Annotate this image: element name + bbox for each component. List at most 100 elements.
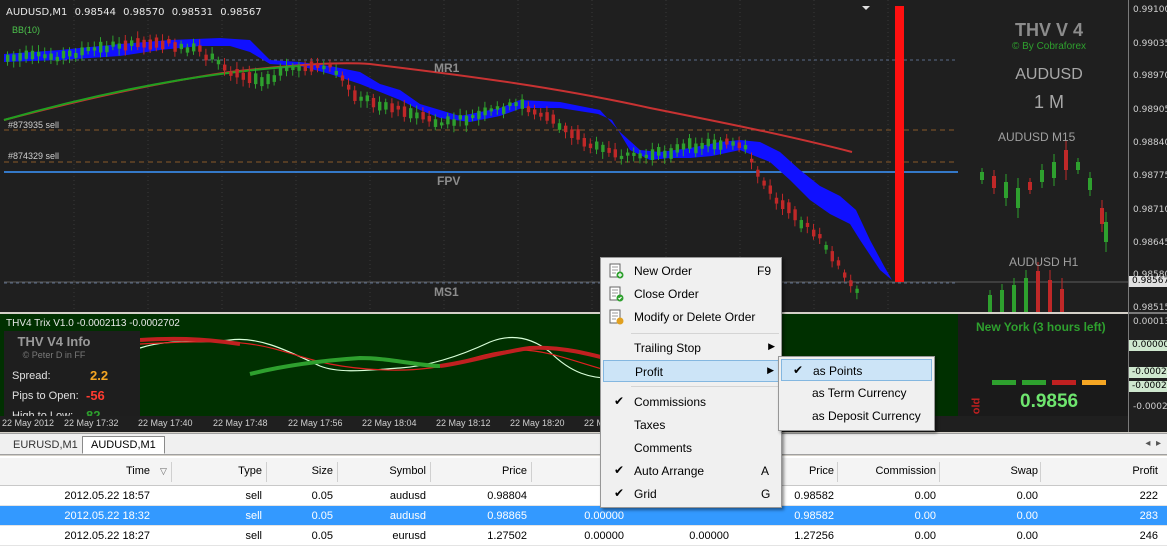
chart-canvas[interactable]	[0, 0, 1128, 312]
table-row-selected[interactable]: 2012.05.22 18:32 sell 0.05 audusd 0.9886…	[0, 506, 1167, 526]
ind-value-box: 0.00000	[1129, 340, 1167, 351]
candle-body	[6, 54, 10, 62]
scroll-right-icon[interactable]: ▸	[1156, 438, 1161, 449]
menu-auto-arrange[interactable]: ✔ Auto Arrange A	[603, 460, 779, 482]
column-divider[interactable]	[837, 462, 838, 482]
cell-symbol: audusd	[389, 490, 426, 502]
cell-swap: 0.00	[1016, 510, 1038, 522]
tab-eurusd-m1[interactable]: EURUSD,M1	[4, 436, 87, 454]
strength-bar	[992, 380, 1016, 385]
menu-profit[interactable]: Profit ▶	[603, 360, 779, 382]
candle-body	[61, 50, 66, 59]
candle-body	[539, 112, 543, 117]
strength-bar	[1082, 380, 1106, 385]
chart-symbol: AUDUSD,M1	[6, 7, 68, 18]
candle-body	[793, 209, 797, 221]
shift-marker[interactable]	[862, 6, 870, 10]
table-row[interactable]: 2012.05.22 18:27 sell 0.05 eurusd 1.2750…	[0, 526, 1167, 546]
info-pips-value: -56	[86, 388, 105, 403]
candle-body	[12, 54, 16, 62]
candle-body	[371, 97, 376, 108]
menu-taxes[interactable]: Taxes	[603, 414, 779, 436]
candle-body	[805, 222, 810, 227]
sort-icon[interactable]: ▽	[160, 466, 167, 477]
time-tick: 22 May 17:32	[64, 418, 119, 428]
col-price[interactable]: Price	[502, 465, 527, 477]
candle-body	[340, 75, 345, 81]
candle-body	[328, 63, 332, 68]
menu-trailing-stop[interactable]: Trailing Stop ▶	[603, 337, 779, 359]
menu-close-order[interactable]: Close Order	[603, 283, 779, 305]
cell-time: 2012.05.22 18:32	[64, 510, 150, 522]
scroll-left-icon[interactable]: ◂	[1145, 438, 1150, 449]
price-tick: 0.98970	[1133, 71, 1167, 81]
candle-body	[812, 229, 816, 237]
info-subtitle: © Peter D in FF	[22, 350, 86, 360]
col-swap[interactable]: Swap	[1010, 465, 1038, 477]
candle-body	[278, 67, 283, 76]
candle-body	[322, 65, 326, 70]
menu-auto-arrange-label: Auto Arrange	[634, 464, 705, 478]
info-spread-value: 2.2	[90, 368, 109, 383]
column-divider[interactable]	[266, 462, 267, 482]
fpv-label: FPV	[437, 174, 461, 188]
chart-tab-bar: EURUSD,M1 AUDUSD,M1 ◂ ▸	[0, 433, 1167, 455]
table-row[interactable]: 2012.05.22 18:57 sell 0.05 audusd 0.9880…	[0, 486, 1167, 506]
candle-body	[55, 56, 59, 62]
submenu-as-term-currency[interactable]: as Term Currency	[781, 382, 932, 404]
menu-new-order[interactable]: New Order F9	[603, 260, 779, 282]
cell-swap: 0.00	[1016, 530, 1038, 542]
menu-comments[interactable]: Comments	[603, 437, 779, 459]
mini-body	[1024, 278, 1028, 312]
trix-indicator[interactable]: THV4 Trix V1.0 -0.0002113 -0.0002702	[0, 314, 1128, 416]
candle-body	[24, 50, 28, 59]
cell-size: 0.05	[311, 490, 333, 502]
col-size[interactable]: Size	[312, 465, 333, 477]
candle-body	[272, 75, 276, 82]
bb-label: BB(10)	[12, 25, 41, 35]
price-tick: 0.99100	[1133, 5, 1167, 15]
ind-value-box: -0.00027	[1129, 381, 1167, 392]
panel-symbol: AUDUSD	[1015, 66, 1083, 83]
axis-divider	[1129, 312, 1167, 314]
price-tick: 0.99035	[1133, 39, 1167, 49]
cell-size: 0.05	[311, 530, 333, 542]
main-chart[interactable]: AUDUSD,M1 0.98544 0.98570 0.98531 0.9856…	[0, 0, 1167, 312]
menu-separator	[631, 333, 779, 334]
column-divider[interactable]	[1040, 462, 1041, 482]
candle-body	[681, 143, 686, 150]
strength-bar	[1022, 380, 1046, 385]
candle-body	[619, 155, 624, 159]
menu-grid[interactable]: ✔ Grid G	[603, 483, 779, 505]
submenu-as-deposit-currency[interactable]: as Deposit Currency	[781, 405, 932, 427]
time-tick: 22 May 17:48	[213, 418, 268, 428]
col-profit[interactable]: Profit	[1132, 465, 1158, 477]
submenu-as-points[interactable]: ✔ as Points	[781, 359, 932, 381]
cell-type: sell	[245, 490, 262, 502]
tab-audusd-m1[interactable]: AUDUSD,M1	[82, 436, 165, 454]
candle-body	[316, 62, 320, 68]
col-type[interactable]: Type	[238, 465, 262, 477]
col-symbol[interactable]: Symbol	[389, 465, 426, 477]
column-divider[interactable]	[337, 462, 338, 482]
candle-body	[378, 101, 382, 111]
candle-body	[86, 46, 90, 52]
col-commission[interactable]: Commission	[875, 465, 936, 477]
menu-commissions[interactable]: ✔ Commissions	[603, 391, 779, 413]
menu-auto-arrange-shortcut: A	[761, 464, 770, 478]
candle-body	[285, 65, 289, 72]
col-time[interactable]: Time	[126, 465, 150, 477]
candle-body	[402, 106, 407, 117]
cell-profit: 283	[1139, 510, 1158, 522]
column-divider[interactable]	[171, 462, 172, 482]
menu-modify-order[interactable]: Modify or Delete Order	[603, 306, 779, 328]
column-divider[interactable]	[430, 462, 431, 482]
column-divider[interactable]	[939, 462, 940, 482]
column-divider[interactable]	[531, 462, 532, 482]
price-axis[interactable]: 0.99100 0.99035 0.98970 0.98905 0.98840 …	[1128, 0, 1167, 432]
candle-body	[309, 61, 314, 72]
col-current-price[interactable]: Price	[809, 465, 834, 477]
candle-body	[92, 47, 97, 51]
order-label-874329: #874329 sell	[8, 151, 60, 161]
tab-scroll-arrows[interactable]: ◂ ▸	[1145, 438, 1161, 449]
